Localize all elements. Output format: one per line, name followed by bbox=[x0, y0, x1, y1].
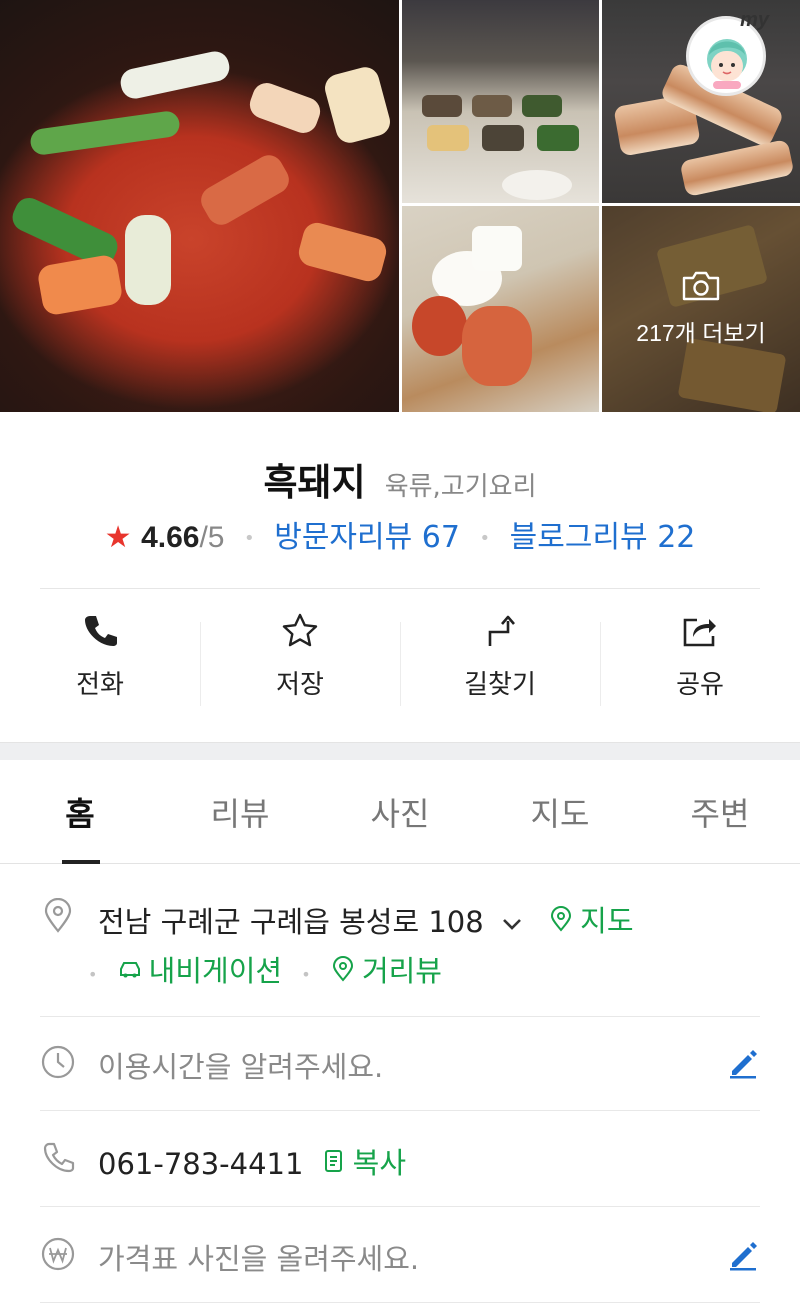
edit-price-icon[interactable] bbox=[726, 1238, 760, 1272]
star-outline-icon bbox=[282, 613, 318, 647]
photo-gallery: 217개 더보기 my bbox=[0, 0, 800, 412]
row-divider bbox=[40, 1302, 760, 1303]
photo-kimchi[interactable] bbox=[402, 206, 599, 412]
phone-row: 061-783-4411 복사 bbox=[40, 1140, 760, 1182]
copy-icon bbox=[324, 1150, 342, 1172]
price-placeholder[interactable]: 가격표 사진을 올려주세요. bbox=[98, 1236, 419, 1278]
hours-placeholder[interactable]: 이용시간을 알려주세요. bbox=[98, 1044, 383, 1086]
navigation-link[interactable]: 내비게이션 bbox=[117, 948, 282, 990]
star-icon: ★ bbox=[104, 520, 132, 555]
tab-nearby[interactable]: 주변 bbox=[640, 760, 800, 863]
street-view-link[interactable]: 거리뷰 bbox=[330, 948, 442, 990]
tab-map[interactable]: 지도 bbox=[480, 760, 640, 863]
hours-row: 이용시간을 알려주세요. bbox=[40, 1044, 760, 1084]
my-profile-button[interactable]: my bbox=[686, 9, 769, 96]
address-row: 전남 구례군 구례읍 봉성로 108 지도 • 내비게이션 • 거리뷰 bbox=[40, 896, 760, 1006]
phone-outline-icon bbox=[43, 1142, 75, 1173]
tab-photos[interactable]: 사진 bbox=[320, 760, 480, 863]
divider bbox=[40, 588, 760, 589]
tab-reviews[interactable]: 리뷰 bbox=[160, 760, 320, 863]
car-icon bbox=[119, 962, 140, 978]
map-link[interactable]: 지도 bbox=[548, 898, 634, 940]
navigation-label: 내비게이션 bbox=[148, 954, 283, 988]
edit-hours-icon[interactable] bbox=[726, 1046, 760, 1080]
directions-icon bbox=[488, 615, 515, 646]
more-photos-overlay[interactable]: 217개 더보기 bbox=[602, 206, 800, 412]
save-button[interactable]: 저장 bbox=[200, 612, 400, 712]
directions-button[interactable]: 길찾기 bbox=[400, 612, 600, 712]
copy-button[interactable]: 복사 bbox=[321, 1140, 406, 1182]
share-button[interactable]: 공유 bbox=[600, 612, 800, 712]
save-label: 저장 bbox=[276, 670, 324, 700]
street-view-label: 거리뷰 bbox=[361, 954, 442, 988]
map-link-label: 지도 bbox=[580, 904, 634, 938]
blog-reviews-link[interactable]: 블로그리뷰 22 bbox=[510, 520, 696, 555]
row-divider bbox=[40, 1110, 760, 1111]
location-pin-icon bbox=[44, 898, 72, 933]
won-icon bbox=[41, 1237, 75, 1271]
chevron-down-icon[interactable] bbox=[499, 911, 525, 937]
visitor-reviews-link[interactable]: 방문자리뷰 67 bbox=[274, 520, 460, 555]
address-text: 전남 구례군 구례읍 봉성로 108 bbox=[98, 905, 484, 939]
row-divider bbox=[40, 1016, 760, 1017]
place-name: 흑돼지 bbox=[263, 461, 366, 504]
clock-icon bbox=[41, 1045, 75, 1079]
copy-label: 복사 bbox=[352, 1146, 407, 1180]
rating-max: /5 bbox=[199, 521, 225, 554]
place-info: 흑돼지 육류,고기요리 ★ 4.66/5 • 방문자리뷰 67 • 블로그리뷰 … bbox=[0, 412, 800, 742]
rating-value: 4.66 bbox=[141, 521, 200, 554]
more-photos-label: 217개 더보기 bbox=[636, 320, 766, 346]
call-label: 전화 bbox=[76, 670, 124, 700]
tab-home[interactable]: 홈 bbox=[0, 760, 160, 864]
camera-icon bbox=[682, 271, 720, 301]
map-pin-icon bbox=[551, 906, 572, 932]
directions-label: 길찾기 bbox=[464, 670, 536, 700]
row-divider bbox=[40, 1206, 760, 1207]
main-photo[interactable] bbox=[0, 0, 399, 412]
action-bar: 전화 저장 길찾기 공유 bbox=[0, 612, 800, 712]
share-label: 공유 bbox=[676, 670, 724, 700]
my-label: my bbox=[740, 9, 769, 31]
call-button[interactable]: 전화 bbox=[0, 612, 200, 712]
phone-icon bbox=[85, 616, 117, 646]
street-view-pin-icon bbox=[332, 956, 353, 982]
title-row: 흑돼지 육류,고기요리 bbox=[0, 452, 800, 506]
price-row: 가격표 사진을 올려주세요. bbox=[40, 1236, 760, 1276]
section-gap bbox=[0, 742, 800, 760]
place-category: 육류,고기요리 bbox=[384, 472, 537, 502]
phone-number[interactable]: 061-783-4411 bbox=[98, 1147, 303, 1181]
rating-row: ★ 4.66/5 • 방문자리뷰 67 • 블로그리뷰 22 bbox=[104, 520, 696, 555]
tab-bar: 홈 리뷰 사진 지도 주변 bbox=[0, 760, 800, 864]
avatar-icon bbox=[707, 39, 747, 89]
photo-side-dishes[interactable] bbox=[402, 0, 599, 203]
share-icon bbox=[683, 618, 716, 647]
